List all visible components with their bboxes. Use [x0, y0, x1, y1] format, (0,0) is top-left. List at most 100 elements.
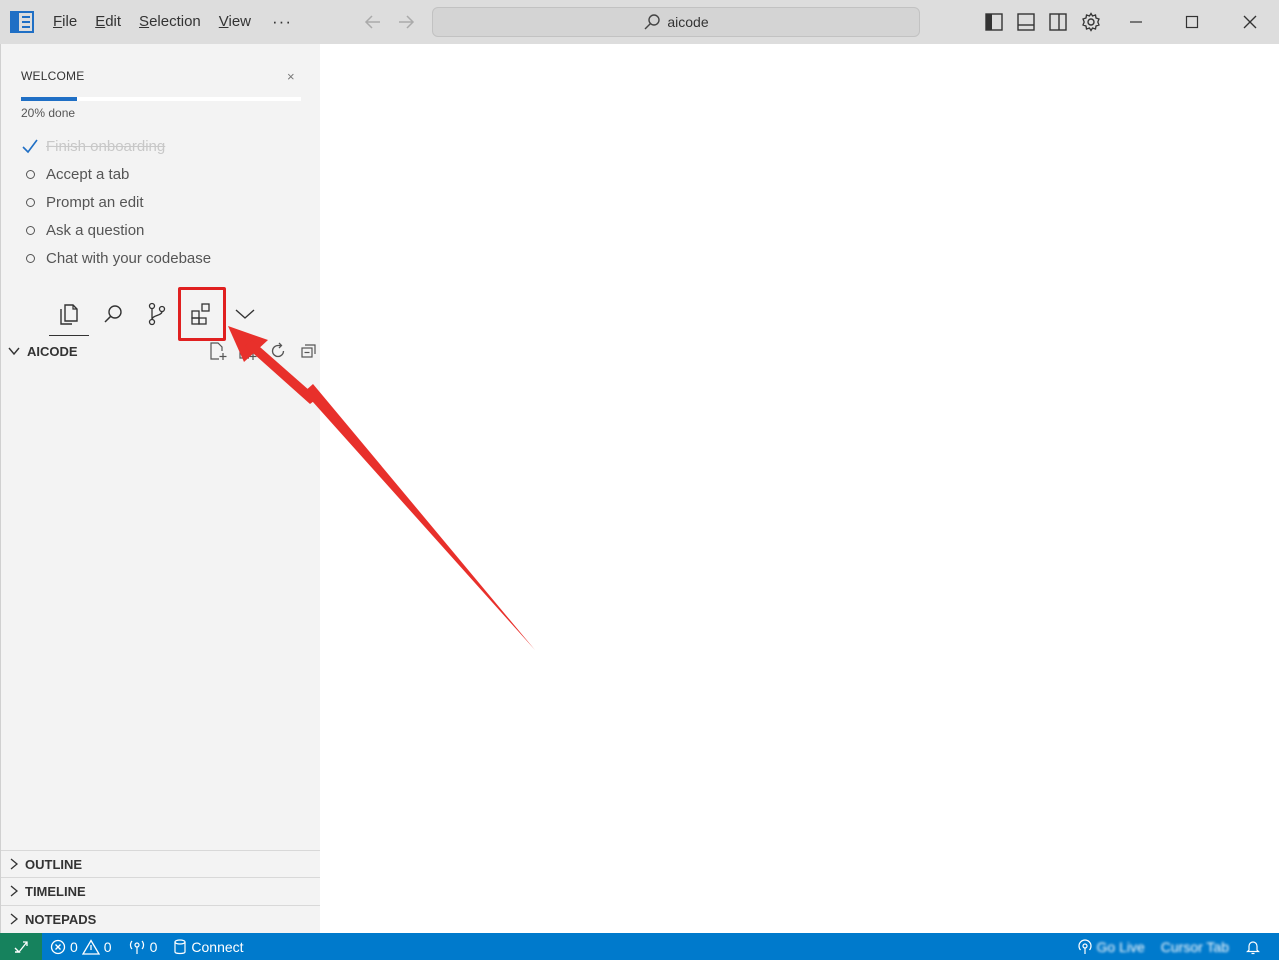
checklist-item[interactable]: Chat with your codebase: [21, 244, 211, 272]
status-bar: 0 0 0 Connect Go Live Cursor Tab: [0, 933, 1279, 960]
minimize-button[interactable]: [1108, 0, 1164, 44]
check-icon: [22, 139, 38, 154]
chevron-right-icon: [10, 858, 19, 870]
timeline-section-header[interactable]: TIMELINE: [1, 877, 321, 904]
close-window-button[interactable]: [1222, 0, 1278, 44]
chevron-down-icon: [8, 347, 20, 356]
notepads-section-header[interactable]: NOTEPADS: [1, 905, 321, 932]
forward-arrow-icon[interactable]: [396, 12, 416, 32]
ports-icon: [129, 940, 144, 954]
editor-area[interactable]: [320, 44, 1279, 933]
chevron-right-icon: [10, 885, 19, 897]
remote-button[interactable]: [0, 933, 42, 960]
gear-icon[interactable]: [1081, 12, 1101, 32]
chevron-right-icon: [10, 913, 19, 925]
search-icon: [104, 305, 122, 323]
chevron-down-icon: [235, 309, 255, 319]
search-icon: [644, 14, 661, 30]
cursor-tab-status[interactable]: Cursor Tab: [1153, 933, 1237, 960]
explorer-title: AICODE: [27, 343, 78, 359]
warning-icon: [81, 938, 100, 955]
panel-left-icon[interactable]: [984, 12, 1004, 32]
new-file-icon: [210, 342, 227, 360]
sidebar-layout-icon[interactable]: [10, 11, 34, 33]
menu-view[interactable]: View: [210, 0, 260, 44]
database-icon: [174, 938, 186, 954]
circle-icon: [26, 197, 35, 207]
menu-view-label: iew: [228, 13, 252, 30]
checklist-item[interactable]: Ask a question: [21, 216, 211, 244]
more-views-button[interactable]: [223, 290, 267, 338]
checklist-item[interactable]: Finish onboarding: [21, 132, 211, 160]
remote-icon: [14, 940, 28, 953]
menu-view-mnemonic: V: [218, 13, 229, 30]
activity-bar: [47, 290, 267, 338]
notifications-status[interactable]: [1237, 933, 1279, 960]
checklist-item[interactable]: Accept a tab: [21, 160, 211, 188]
connect-status[interactable]: Connect: [165, 933, 251, 960]
checklist-item-label: Finish onboarding: [46, 137, 166, 155]
error-count: 0: [70, 938, 78, 955]
maximize-icon: [1185, 15, 1199, 29]
source-control-icon: [148, 302, 166, 326]
menu-file-mnemonic: F: [53, 13, 63, 30]
menu-bar: File Edit Selection View ···: [44, 0, 304, 44]
connect-label: Connect: [191, 938, 244, 955]
ports-count: 0: [149, 938, 158, 955]
notepads-section-title: NOTEPADS: [25, 911, 97, 927]
status-right-group: Go Live Cursor Tab: [1069, 933, 1279, 960]
go-live-label: Go Live: [1096, 938, 1145, 955]
warning-count: 0: [103, 938, 112, 955]
explorer-header[interactable]: AICODE: [1, 338, 321, 364]
menu-edit-mnemonic: E: [95, 13, 106, 30]
circle-icon: [26, 253, 35, 263]
panel-bottom-icon[interactable]: [1016, 12, 1036, 32]
cursor-tab-label: Cursor Tab: [1160, 938, 1229, 955]
minimize-icon: [1130, 21, 1142, 23]
circle-icon: [26, 225, 35, 235]
go-live-status[interactable]: Go Live: [1069, 933, 1153, 960]
refresh-explorer-button[interactable]: [263, 341, 293, 361]
title-bar: File Edit Selection View ··· aicode: [0, 0, 1279, 44]
new-folder-button[interactable]: [233, 341, 263, 361]
extensions-highlight-box: [178, 287, 226, 341]
source-control-tab[interactable]: [135, 290, 179, 338]
menu-more-button[interactable]: ···: [260, 12, 304, 32]
menu-edit[interactable]: Edit: [86, 0, 130, 44]
checklist-item[interactable]: Prompt an edit: [21, 188, 211, 216]
sidebar: WELCOME × 20% done Finish onboarding Acc…: [0, 44, 321, 933]
explorer-tab[interactable]: [47, 290, 91, 338]
welcome-close-button[interactable]: ×: [287, 69, 295, 84]
new-file-button[interactable]: [203, 341, 233, 361]
panel-right-icon[interactable]: [1048, 12, 1068, 32]
checklist-item-label: Accept a tab: [46, 165, 130, 183]
broadcast-icon: [1077, 938, 1092, 954]
menu-file[interactable]: File: [44, 0, 86, 44]
back-arrow-icon[interactable]: [363, 12, 383, 32]
search-text: aicode: [667, 14, 709, 30]
explorer-actions: [203, 341, 323, 361]
timeline-section-title: TIMELINE: [25, 883, 86, 899]
close-icon: [1243, 15, 1257, 29]
progress-text: 20% done: [21, 106, 76, 120]
collapse-folders-button[interactable]: [293, 341, 323, 361]
search-tab[interactable]: [91, 290, 135, 338]
problems-status[interactable]: 0 0: [42, 933, 120, 960]
menu-selection-label: election: [149, 13, 201, 30]
circle-icon: [26, 169, 35, 179]
bell-icon: [1246, 940, 1260, 954]
onboarding-progress-bar: [21, 97, 301, 101]
refresh-icon: [271, 342, 285, 358]
command-center-search[interactable]: aicode: [432, 7, 920, 37]
new-folder-icon: [239, 344, 257, 360]
menu-file-label: ile: [62, 13, 78, 30]
files-icon: [60, 304, 78, 325]
welcome-title: WELCOME: [21, 69, 85, 83]
onboarding-checklist: Finish onboarding Accept a tab Prompt an…: [21, 132, 211, 272]
ports-status[interactable]: 0: [120, 933, 166, 960]
maximize-button[interactable]: [1164, 0, 1220, 44]
outline-section-header[interactable]: OUTLINE: [1, 850, 321, 877]
menu-selection-mnemonic: S: [139, 13, 150, 30]
checklist-item-label: Chat with your codebase: [46, 249, 212, 267]
menu-selection[interactable]: Selection: [130, 0, 210, 44]
